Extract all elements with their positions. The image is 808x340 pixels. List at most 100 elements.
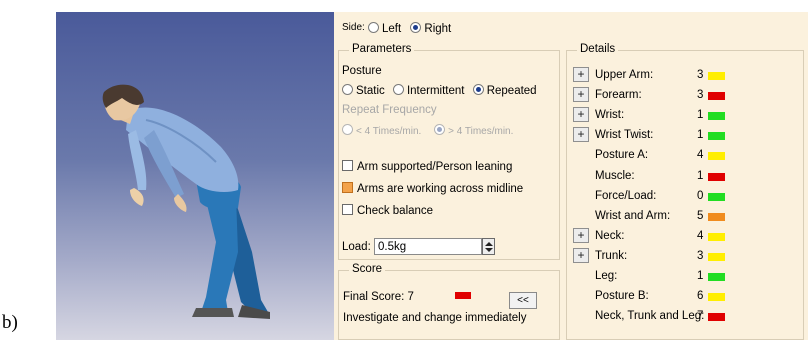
detail-label: Trunk: — [595, 249, 628, 262]
side-right-radio[interactable] — [410, 22, 422, 33]
side-right-label: Right — [424, 23, 452, 35]
midline-checkbox[interactable] — [342, 182, 353, 193]
expand-plus-icon[interactable]: + — [573, 247, 589, 263]
detail-color-swatch — [708, 232, 725, 241]
detail-row: + Forearm: 3 — [567, 85, 763, 105]
spinner-up-icon[interactable] — [485, 242, 493, 246]
score-message: Investigate and change immediately — [343, 312, 527, 324]
detail-label: Wrist Twist: — [595, 129, 654, 142]
detail-color-swatch — [708, 293, 725, 302]
side-label: Side: — [342, 22, 365, 33]
detail-row: Posture B: 6 — [567, 286, 763, 306]
detail-label: Neck, Trunk and Leg: — [595, 310, 705, 323]
detail-value: 3 — [697, 249, 704, 262]
detail-color-swatch — [708, 273, 725, 281]
side-left-radio[interactable] — [368, 22, 379, 33]
arm-supported-label: Arm supported/Person leaning — [357, 161, 513, 173]
rula-panel: Side: Left Right Parameters Posture Stat… — [334, 12, 808, 340]
detail-color-swatch — [708, 192, 725, 201]
frequency-high-radio[interactable] — [434, 124, 446, 135]
side-selector: Side: Left Right — [342, 22, 451, 35]
detail-value: 4 — [697, 229, 704, 242]
final-score-swatch — [455, 292, 471, 299]
posture-static-radio[interactable] — [342, 84, 353, 95]
expand-plus-icon[interactable]: + — [573, 227, 589, 243]
load-input[interactable] — [374, 238, 482, 255]
detail-color-swatch — [708, 92, 725, 101]
detail-value: 0 — [697, 189, 704, 202]
detail-color-swatch — [708, 112, 725, 121]
side-left-label: Left — [382, 23, 402, 35]
detail-label: Wrist and Arm: — [595, 209, 671, 222]
detail-row: Posture A: 4 — [567, 145, 763, 165]
frequency-options: < 4 Times/min. > 4 Times/min. — [342, 124, 513, 137]
posture-static-label: Static — [356, 85, 385, 97]
posture-repeated-label: Repeated — [486, 85, 537, 97]
detail-row: + Wrist: 1 — [567, 105, 763, 125]
expand-plus-icon[interactable]: + — [573, 107, 589, 123]
back-button[interactable]: << — [509, 292, 537, 309]
details-group: Details + Upper Arm: 3 + Forearm: 3 + Wrist: 1 + W… — [566, 43, 804, 340]
detail-row: Force/Load: 0 — [567, 186, 763, 206]
spinner-down-icon[interactable] — [485, 248, 493, 252]
detail-value: 4 — [697, 149, 704, 162]
detail-color-swatch — [708, 132, 725, 141]
detail-value: 6 — [697, 290, 704, 303]
detail-label: Wrist: — [595, 109, 625, 122]
posture-intermittent-radio[interactable] — [392, 84, 404, 95]
details-title: Details — [577, 43, 619, 55]
detail-value: 7 — [697, 310, 704, 323]
check-balance-option[interactable]: Check balance — [342, 204, 433, 217]
score-title: Score — [349, 263, 386, 275]
expand-plus-icon[interactable]: + — [573, 87, 589, 103]
load-label: Load: — [342, 241, 371, 253]
load-spinner[interactable] — [482, 238, 495, 255]
detail-color-swatch — [708, 252, 725, 261]
posture-repeated-radio[interactable] — [472, 84, 484, 95]
frequency-low-label: < 4 Times/min. — [356, 126, 422, 137]
detail-row: + Wrist Twist: 1 — [567, 125, 763, 145]
parameters-title: Parameters — [349, 43, 415, 55]
detail-color-swatch — [708, 72, 725, 80]
detail-row: Muscle: 1 — [567, 166, 763, 186]
manikin-viewport[interactable] — [56, 12, 334, 340]
detail-row: Neck, Trunk and Leg: 7 — [567, 306, 763, 326]
detail-value: 1 — [697, 109, 704, 122]
detail-label: Neck: — [595, 229, 625, 242]
frequency-low-radio[interactable] — [342, 124, 353, 135]
detail-value: 3 — [697, 69, 704, 81]
arm-supported-checkbox[interactable] — [342, 160, 353, 171]
detail-value: 1 — [697, 270, 704, 282]
detail-row: Wrist and Arm: 5 — [567, 206, 763, 226]
detail-label: Force/Load: — [595, 189, 657, 202]
detail-label: Leg: — [595, 270, 618, 282]
detail-row: + Neck: 4 — [567, 226, 763, 246]
detail-label: Posture B: — [595, 290, 649, 303]
parameters-group: Parameters — [338, 43, 560, 260]
final-score: Final Score: 7 — [343, 291, 414, 303]
score-group: Score Final Score: 7 << Investigate and … — [338, 263, 560, 340]
arm-supported-option[interactable]: Arm supported/Person leaning — [342, 160, 512, 173]
posture-options: Static Intermittent Repeated — [342, 84, 537, 97]
detail-row: Leg: 1 — [567, 266, 763, 286]
detail-label: Forearm: — [595, 89, 642, 102]
check-balance-checkbox[interactable] — [342, 204, 353, 215]
frequency-high-label: > 4 Times/min. — [448, 126, 514, 137]
check-balance-label: Check balance — [357, 205, 434, 217]
manikin-figure — [102, 84, 270, 319]
midline-label: Arms are working across midline — [357, 183, 524, 195]
detail-value: 5 — [697, 209, 704, 222]
expand-plus-icon[interactable]: + — [573, 127, 589, 143]
detail-value: 1 — [697, 129, 704, 142]
detail-row: + Trunk: 3 — [567, 246, 763, 266]
detail-label: Muscle: — [595, 169, 635, 182]
detail-value: 3 — [697, 89, 704, 102]
detail-label: Upper Arm: — [595, 69, 654, 81]
detail-color-swatch — [708, 152, 725, 161]
detail-color-swatch — [708, 172, 725, 181]
expand-plus-icon[interactable]: + — [573, 67, 589, 82]
midline-option[interactable]: Arms are working across midline — [342, 182, 523, 195]
detail-row: + Upper Arm: 3 — [567, 65, 763, 85]
detail-label: Posture A: — [595, 149, 649, 162]
repeat-frequency-label: Repeat Frequency — [342, 104, 437, 116]
